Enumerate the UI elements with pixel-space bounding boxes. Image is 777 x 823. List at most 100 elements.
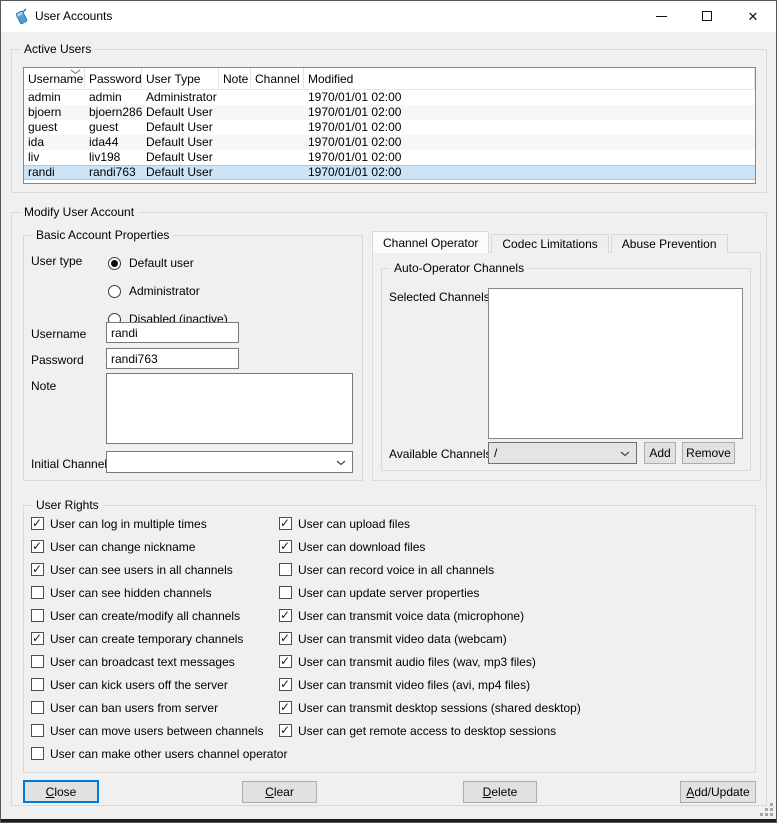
cell-user_type: Default User: [142, 105, 219, 120]
checkbox-label: User can transmit video data (webcam): [298, 632, 507, 646]
available-channels-combobox[interactable]: /: [488, 442, 637, 464]
available-channels-label: Available Channels: [389, 447, 492, 461]
checkbox-user-can-see-users-in-all-channels[interactable]: User can see users in all channels: [31, 558, 287, 581]
checkbox-user-can-transmit-audio-files-wav-mp3-files-[interactable]: User can transmit audio files (wav, mp3 …: [279, 650, 581, 673]
column-header-modified[interactable]: Modified: [304, 68, 755, 89]
password-input[interactable]: [106, 348, 239, 369]
column-header-user-type[interactable]: User Type: [142, 68, 219, 89]
cell-note: [219, 150, 251, 165]
cell-channel: [251, 120, 304, 135]
column-header-password[interactable]: Password: [85, 68, 142, 89]
checkbox-user-can-transmit-video-files-avi-mp4-files-[interactable]: User can transmit video files (avi, mp4 …: [279, 673, 581, 696]
checkbox-user-can-get-remote-access-to-desktop-sessions[interactable]: User can get remote access to desktop se…: [279, 719, 581, 742]
add-update-button[interactable]: Add/Update: [680, 781, 756, 803]
checkbox-user-can-broadcast-text-messages[interactable]: User can broadcast text messages: [31, 650, 287, 673]
remove-button[interactable]: Remove: [682, 442, 735, 464]
note-textarea[interactable]: [106, 373, 353, 444]
username-input[interactable]: [106, 322, 239, 343]
cell-password: bjoern286: [85, 105, 142, 120]
checkbox-user-can-kick-users-off-the-server[interactable]: User can kick users off the server: [31, 673, 287, 696]
selected-channels-label: Selected Channels: [389, 290, 490, 304]
checkbox-user-can-transmit-voice-data-microphone-[interactable]: User can transmit voice data (microphone…: [279, 604, 581, 627]
checkbox-user-can-make-other-users-channel-operator[interactable]: User can make other users channel operat…: [31, 742, 287, 765]
checkbox-icon: [279, 517, 292, 530]
checkbox-user-can-transmit-video-data-webcam-[interactable]: User can transmit video data (webcam): [279, 627, 581, 650]
cell-username: guest: [24, 120, 85, 135]
minimize-button[interactable]: [638, 1, 684, 31]
checkbox-user-can-record-voice-in-all-channels[interactable]: User can record voice in all channels: [279, 558, 581, 581]
delete-button[interactable]: Delete: [463, 781, 537, 803]
checkbox-user-can-create-modify-all-channels[interactable]: User can create/modify all channels: [31, 604, 287, 627]
checkbox-user-can-see-hidden-channels[interactable]: User can see hidden channels: [31, 581, 287, 604]
cell-modified: 1970/01/01 02:00: [304, 90, 755, 105]
user-type-radio-group: Default userAdministratorDisabled (inact…: [108, 249, 228, 333]
maximize-icon: [702, 11, 712, 21]
active-users-table[interactable]: UsernamePasswordUser TypeNoteChannelModi…: [23, 67, 756, 184]
tab-codec-limitations[interactable]: Codec Limitations: [491, 234, 608, 253]
cell-password: liv198: [85, 150, 142, 165]
tab-channel-operator[interactable]: Channel Operator: [372, 231, 489, 253]
checkbox-user-can-upload-files[interactable]: User can upload files: [279, 512, 581, 535]
resize-grip[interactable]: [760, 803, 774, 816]
column-header-note[interactable]: Note: [219, 68, 251, 89]
cell-username: bjoern: [24, 105, 85, 120]
checkbox-label: User can change nickname: [50, 540, 195, 554]
cell-password: guest: [85, 120, 142, 135]
table-row-guest[interactable]: guestguestDefault User1970/01/01 02:00: [24, 120, 755, 135]
clear-button[interactable]: Clear: [242, 781, 317, 803]
radio-option-administrator[interactable]: Administrator: [108, 277, 228, 305]
checkbox-label: User can transmit voice data (microphone…: [298, 609, 524, 623]
checkbox-label: User can transmit video files (avi, mp4 …: [298, 678, 530, 692]
radio-option-default-user[interactable]: Default user: [108, 249, 228, 277]
tab-abuse-prevention[interactable]: Abuse Prevention: [611, 234, 728, 253]
maximize-button[interactable]: [684, 1, 730, 31]
checkbox-icon: [279, 655, 292, 668]
cell-user_type: Default User: [142, 150, 219, 165]
checkbox-label: User can see users in all channels: [50, 563, 233, 577]
checkbox-user-can-update-server-properties[interactable]: User can update server properties: [279, 581, 581, 604]
checkbox-user-can-change-nickname[interactable]: User can change nickname: [31, 535, 287, 558]
cell-channel: [251, 105, 304, 120]
checkbox-icon: [279, 540, 292, 553]
titlebar[interactable]: User Accounts ✕: [1, 1, 777, 32]
checkbox-icon: [279, 609, 292, 622]
checkbox-user-can-create-temporary-channels[interactable]: User can create temporary channels: [31, 627, 287, 650]
cell-modified: 1970/01/01 02:00: [304, 135, 755, 150]
checkbox-user-can-ban-users-from-server[interactable]: User can ban users from server: [31, 696, 287, 719]
checkbox-icon: [31, 747, 44, 760]
selected-channels-listbox[interactable]: [488, 288, 743, 439]
column-header-channel[interactable]: Channel: [251, 68, 304, 89]
table-row-randi[interactable]: randirandi763Default User1970/01/01 02:0…: [24, 165, 755, 180]
checkbox-label: User can see hidden channels: [50, 586, 211, 600]
checkbox-label: User can create/modify all channels: [50, 609, 240, 623]
checkbox-user-can-log-in-multiple-times[interactable]: User can log in multiple times: [31, 512, 287, 535]
chevron-down-icon: [336, 460, 346, 466]
note-label: Note: [31, 379, 56, 393]
close-window-button[interactable]: ✕: [730, 1, 776, 31]
close-button[interactable]: Close: [23, 780, 99, 803]
cell-username: ida: [24, 135, 85, 150]
checkbox-icon: [31, 655, 44, 668]
cell-password: admin: [85, 90, 142, 105]
cell-modified: 1970/01/01 02:00: [304, 120, 755, 135]
checkbox-label: User can transmit desktop sessions (shar…: [298, 701, 581, 715]
background-window-bottom: [1, 819, 777, 823]
checkbox-user-can-transmit-desktop-sessions-shared-deskto[interactable]: User can transmit desktop sessions (shar…: [279, 696, 581, 719]
table-row-liv[interactable]: livliv198Default User1970/01/01 02:00: [24, 150, 755, 165]
add-button[interactable]: Add: [644, 442, 676, 464]
checkbox-label: User can download files: [298, 540, 425, 554]
initial-channel-combobox[interactable]: [106, 451, 353, 473]
checkbox-user-can-download-files[interactable]: User can download files: [279, 535, 581, 558]
user-accounts-dialog: User Accounts ✕ Active Users UsernamePas…: [0, 0, 777, 823]
checkbox-icon: [279, 632, 292, 645]
initial-channel-label: Initial Channel: [31, 457, 107, 471]
table-row-admin[interactable]: adminadminAdministrator1970/01/01 02:00: [24, 90, 755, 105]
cell-channel: [251, 166, 304, 179]
table-header: UsernamePasswordUser TypeNoteChannelModi…: [24, 68, 755, 90]
table-row-ida[interactable]: idaida44Default User1970/01/01 02:00: [24, 135, 755, 150]
checkbox-icon: [31, 678, 44, 691]
user-type-label: User type: [31, 254, 82, 268]
table-row-bjoern[interactable]: bjoernbjoern286Default User1970/01/01 02…: [24, 105, 755, 120]
checkbox-icon: [31, 517, 44, 530]
checkbox-user-can-move-users-between-channels[interactable]: User can move users between channels: [31, 719, 287, 742]
